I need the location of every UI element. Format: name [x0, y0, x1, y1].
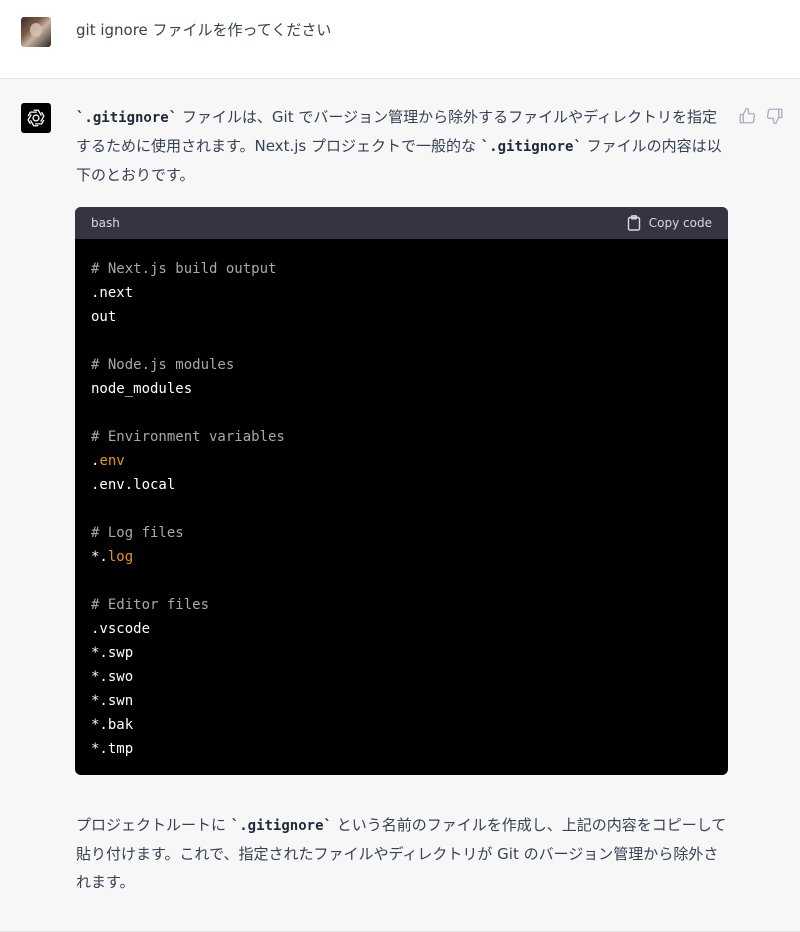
code-token: *.swn: [91, 693, 134, 709]
code-token: *.swo: [91, 669, 134, 685]
code-block-header: bash Copy code: [75, 207, 728, 239]
code-language-label: bash: [91, 216, 120, 230]
code-block: bash Copy code # Next.js build output .ne…: [75, 207, 728, 775]
code-line: # Environment variables: [91, 425, 712, 449]
copy-code-button[interactable]: Copy code: [627, 215, 712, 231]
assistant-intro-text: `.gitignore` ファイルは、Git でバージョン管理から除外するファイ…: [76, 103, 728, 189]
code-token: *.bak: [91, 717, 134, 733]
code-token: # Environment variables: [91, 429, 285, 445]
code-token: # Editor files: [91, 597, 210, 613]
copy-code-label: Copy code: [648, 216, 712, 230]
code-token: node_modules: [91, 381, 193, 397]
code-token: *.swp: [91, 645, 134, 661]
thumbs-down-icon[interactable]: [766, 107, 784, 125]
code-line: *.tmp: [91, 737, 712, 761]
code-line: .env.local: [91, 473, 712, 497]
code-line: # Editor files: [91, 593, 712, 617]
user-message-text: git ignore ファイルを作ってください: [76, 21, 332, 39]
user-avatar: [21, 17, 51, 47]
code-line: *.log: [91, 545, 712, 569]
inline-code: `.gitignore`: [76, 110, 178, 126]
thumbs-up-icon[interactable]: [738, 107, 756, 125]
code-token: # Node.js modules: [91, 357, 235, 373]
code-line: .next: [91, 281, 712, 305]
code-line: # Next.js build output: [91, 257, 712, 281]
code-token: # Next.js build output: [91, 261, 277, 277]
code-line: # Node.js modules: [91, 353, 712, 377]
inline-code: `.gitignore`: [230, 818, 332, 834]
user-message-row: git ignore ファイルを作ってください: [0, 0, 800, 79]
code-line: *.bak: [91, 713, 712, 737]
code-line: out: [91, 305, 712, 329]
code-line: *.swp: [91, 641, 712, 665]
code-token-highlight: log: [107, 549, 134, 565]
code-token: .vscode: [91, 621, 151, 637]
code-token: .next: [91, 285, 134, 301]
code-token: *.tmp: [91, 741, 134, 757]
assistant-outro-text: プロジェクトルートに `.gitignore` という名前のファイルを作成し、上…: [76, 811, 728, 896]
code-line: .env: [91, 449, 712, 473]
code-line: *.swn: [91, 689, 712, 713]
outro-text-part: プロジェクトルートに: [76, 816, 231, 834]
inline-code: `.gitignore`: [480, 139, 582, 155]
code-token-highlight: env: [99, 453, 125, 469]
code-content: # Next.js build output .next out # Node.js …: [75, 239, 728, 761]
code-line: .vscode: [91, 617, 712, 641]
openai-logo-icon: [21, 103, 51, 133]
code-line: *.swo: [91, 665, 712, 689]
code-token: .env.local: [91, 477, 176, 493]
code-line: node_modules: [91, 377, 712, 401]
code-line: # Log files: [91, 521, 712, 545]
assistant-message-row: `.gitignore` ファイルは、Git でバージョン管理から除外するファイ…: [0, 79, 800, 932]
clipboard-icon: [627, 215, 640, 231]
code-token: # Log files: [91, 525, 184, 541]
code-token: *.: [91, 549, 108, 565]
code-token: out: [91, 309, 117, 325]
